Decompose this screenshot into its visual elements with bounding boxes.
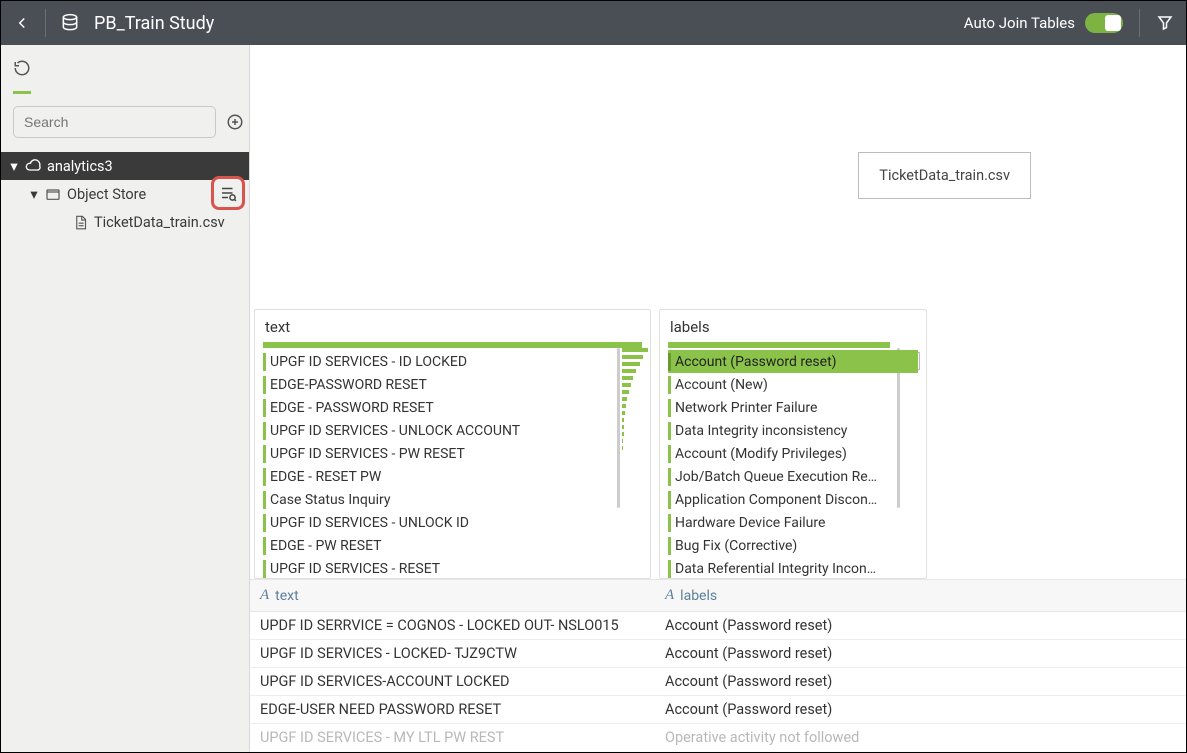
value-item[interactable]: Account (Modify Privileges) xyxy=(668,442,918,465)
search-input[interactable] xyxy=(13,106,216,138)
table-row[interactable]: EDGE-USER NEED PASSWORD RESETAccount (Pa… xyxy=(250,696,1186,724)
table-row[interactable]: UPGF ID SERVICES - MY LTL PW RESTOperati… xyxy=(250,724,1186,752)
value-item[interactable]: EDGE - PASSWORD RESET xyxy=(263,396,642,419)
column-header-text[interactable]: Atext xyxy=(250,587,655,604)
value-item[interactable]: UPGF ID SERVICES - UNLOCK ACCOUNT xyxy=(263,419,642,442)
value-item[interactable]: Job/Batch Queue Execution Re… xyxy=(668,465,918,488)
cloud-icon xyxy=(25,158,41,174)
app-header: PB_Train Study Auto Join Tables xyxy=(1,1,1186,45)
column-header-labels[interactable]: Alabels xyxy=(655,587,727,604)
tree-child[interactable]: ▾ Object Store xyxy=(1,180,249,208)
value-list[interactable]: UPGF ID SERVICES - ID LOCKEDEDGE-PASSWOR… xyxy=(255,348,650,578)
add-icon[interactable] xyxy=(226,112,244,132)
data-table: Atext Alabels UPDF ID SERRVICE = COGNOS … xyxy=(250,579,1186,752)
toggle-switch[interactable] xyxy=(1085,13,1123,33)
value-item[interactable]: UPGF ID SERVICES - ID LOCKED xyxy=(263,350,642,373)
value-item[interactable]: EDGE - RESET PW xyxy=(263,465,642,488)
tree-leaf[interactable]: TicketData_train.csv xyxy=(1,208,249,236)
back-icon[interactable] xyxy=(13,14,31,32)
auto-join-label: Auto Join Tables xyxy=(964,14,1075,32)
value-item[interactable]: EDGE - PW RESET xyxy=(263,534,642,557)
folder-icon xyxy=(45,186,61,202)
table-row[interactable]: UPGF ID SERVICES - LOCKED- TJZ9CTWAccoun… xyxy=(250,640,1186,668)
join-canvas[interactable]: TicketData_train.csv xyxy=(250,45,1186,305)
value-item[interactable]: Hardware Device Failure xyxy=(668,511,918,534)
filter-icon[interactable] xyxy=(1156,14,1174,32)
divider xyxy=(45,9,46,37)
value-item[interactable]: UPGF ID SERVICES - UNLOCK ID xyxy=(263,511,642,534)
tree-root[interactable]: ▾ analytics3 xyxy=(1,152,249,180)
value-item[interactable]: EDGE-PASSWORD RESET xyxy=(263,373,642,396)
panel-header: text xyxy=(255,310,650,342)
value-item[interactable]: Account (New) xyxy=(668,373,918,396)
value-item[interactable]: Case Status Inquiry xyxy=(263,488,642,511)
dataset-card[interactable]: TicketData_train.csv xyxy=(858,152,1031,199)
value-item[interactable]: Application Component Discon… xyxy=(668,488,918,511)
main-area: TicketData_train.csv text UPGF ID SERVIC… xyxy=(250,45,1186,752)
value-list[interactable]: Account (Password reset)Account (New)Net… xyxy=(660,348,926,578)
value-item[interactable]: Data Integrity inconsistency xyxy=(668,419,918,442)
column-panel-labels: labels Account (Password reset)Account (… xyxy=(659,309,927,579)
value-item[interactable]: UPGF ID SERVICES - RESET xyxy=(263,557,642,578)
value-item[interactable]: Data Referential Integrity Incon… xyxy=(668,557,918,578)
database-icon xyxy=(60,13,80,33)
divider xyxy=(1139,9,1140,37)
value-item[interactable]: Bug Fix (Corrective) xyxy=(668,534,918,557)
column-panel-text: text UPGF ID SERVICES - ID LOCKEDEDGE-PA… xyxy=(254,309,651,579)
tree-root-label: analytics3 xyxy=(47,158,241,175)
open-data-dictionary-button[interactable] xyxy=(211,176,245,210)
file-icon xyxy=(73,215,88,230)
value-item[interactable]: Account (Password reset) xyxy=(668,350,918,373)
panel-header: labels xyxy=(660,310,926,342)
table-row[interactable]: UPGF ID SERVICES-ACCOUNT LOCKEDAccount (… xyxy=(250,668,1186,696)
value-item[interactable]: Network Printer Failure xyxy=(668,396,918,419)
sidebar: ▾ analytics3 ▾ Object Store xyxy=(1,45,250,752)
dataset-card-label: TicketData_train.csv xyxy=(879,167,1010,184)
chevron-down-icon: ▾ xyxy=(29,186,39,203)
source-tree: ▾ analytics3 ▾ Object Store xyxy=(1,152,249,236)
table-row[interactable]: UPDF ID SERRVICE = COGNOS - LOCKED OUT- … xyxy=(250,612,1186,640)
tree-leaf-label: TicketData_train.csv xyxy=(94,214,241,231)
auto-join-toggle[interactable]: Auto Join Tables xyxy=(964,13,1123,33)
refresh-tab-icon[interactable] xyxy=(13,59,31,94)
page-title: PB_Train Study xyxy=(94,13,214,34)
chevron-down-icon: ▾ xyxy=(9,158,19,175)
value-item[interactable]: UPGF ID SERVICES - PW RESET xyxy=(263,442,642,465)
